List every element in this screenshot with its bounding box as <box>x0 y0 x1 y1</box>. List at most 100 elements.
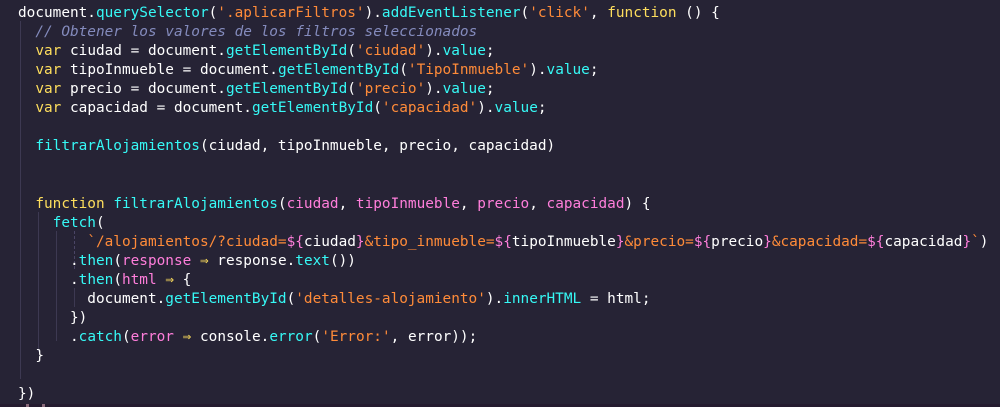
code-token: capacidad <box>546 195 625 212</box>
code-token: ). <box>485 290 504 307</box>
code-token: ). <box>425 43 443 60</box>
code-token: ( <box>347 43 356 60</box>
code-token: console. <box>191 328 270 345</box>
code-token: ${ <box>693 233 712 250</box>
code-line[interactable]: .catch(error ⇒ console.error('Error:', e… <box>18 328 477 347</box>
code-token: function <box>35 195 105 212</box>
code-token: var <box>35 100 62 117</box>
code-token: ( <box>520 5 530 21</box>
code-line[interactable]: var tipoInmueble = document.getElementBy… <box>18 61 599 80</box>
code-token: value <box>546 62 590 79</box>
code-token: ; <box>485 43 495 60</box>
code-token: = html; <box>581 290 651 307</box>
code-token: ; <box>485 81 495 98</box>
code-token: capacidad = document. <box>61 100 252 117</box>
code-token: then <box>78 252 114 269</box>
code-line[interactable]: var capacidad = document.getElementById(… <box>18 99 546 118</box>
code-token: ( <box>121 328 131 345</box>
code-token: ( <box>347 81 356 98</box>
code-token: 'click' <box>529 5 590 21</box>
code-token: text <box>295 252 330 269</box>
code-token: &tipo_inmueble= <box>364 233 495 250</box>
code-token: { <box>173 271 192 288</box>
code-line[interactable]: var precio = document.getElementById('pr… <box>18 80 495 99</box>
code-token: precio = document. <box>61 81 226 98</box>
code-line[interactable]: function filtrarAlojamientos(ciudad, tip… <box>18 195 650 214</box>
code-token: querySelector <box>95 5 209 21</box>
code-token: precio <box>711 233 764 250</box>
code-line[interactable]: .then(html ⇒ { <box>18 271 191 290</box>
code-token: } <box>355 233 365 250</box>
code-token: ( <box>286 290 296 307</box>
code-token: ). <box>477 100 495 117</box>
code-line[interactable]: }) <box>18 309 87 328</box>
code-token: ciudad <box>286 195 339 212</box>
code-line[interactable]: fetch( <box>18 214 105 233</box>
code-token: ). <box>425 81 443 98</box>
code-line[interactable]: }) <box>18 385 35 404</box>
code-token: ( <box>95 214 105 231</box>
code-token: &capacidad= <box>771 233 868 250</box>
code-token: }) <box>18 309 88 326</box>
code-token: then <box>78 271 114 288</box>
code-token: ( <box>113 252 122 269</box>
code-token: addEventListener <box>381 5 521 21</box>
code-token: ( <box>113 271 122 288</box>
code-token: ; <box>589 62 599 79</box>
code-token: getElementById <box>251 100 374 117</box>
code-token: , <box>589 5 608 21</box>
code-token: . <box>18 252 79 269</box>
code-token: } <box>763 233 772 250</box>
code-token: . <box>18 271 79 288</box>
code-token: ${ <box>286 233 304 250</box>
code-token: var <box>35 81 62 98</box>
code-token: value <box>442 43 486 60</box>
code-token: getElementById <box>277 62 400 79</box>
code-line[interactable]: document.querySelector('.aplicarFiltros'… <box>18 4 720 23</box>
code-line[interactable]: `/alojamientos/?ciudad=${ciudad}&tipo_in… <box>18 233 988 252</box>
code-line[interactable]: } <box>18 347 44 366</box>
code-token: error <box>269 328 313 345</box>
code-token: tipoInmueble <box>511 233 616 250</box>
code-line[interactable]: var ciudad = document.getElementById('ci… <box>18 42 495 61</box>
code-token: ( <box>277 195 287 212</box>
code-token: ( <box>312 328 322 345</box>
code-token: 'precio' <box>355 81 426 98</box>
code-line[interactable]: .then(response ⇒ response.text()) <box>18 252 356 271</box>
code-token: filtrarAlojamientos <box>113 195 278 212</box>
code-token: }) <box>18 386 36 402</box>
code-token: tipoInmueble <box>355 195 460 212</box>
code-token: fetch <box>52 214 96 231</box>
code-token: ciudad <box>303 233 356 250</box>
code-token: getElementById <box>225 81 348 98</box>
code-token: ) <box>979 233 989 250</box>
code-token: ( <box>373 100 382 117</box>
code-token: ⇒ <box>199 252 209 269</box>
code-token: getElementById <box>165 290 287 307</box>
code-token: } <box>615 233 625 250</box>
code-token: 'ciudad' <box>355 43 426 60</box>
code-line[interactable]: filtrarAlojamientos(ciudad, tipoInmueble… <box>18 137 555 156</box>
code-line[interactable]: document.getElementById('detalles-alojam… <box>18 290 651 309</box>
code-token: `/alojamientos/?ciudad= <box>87 233 287 250</box>
code-token: function <box>607 5 677 21</box>
code-token: var <box>35 62 62 79</box>
code-token: ). <box>529 62 547 79</box>
code-token: ). <box>364 5 382 21</box>
code-token: html <box>121 271 157 288</box>
code-editor[interactable]: document.querySelector('.aplicarFiltros'… <box>0 0 1000 407</box>
code-token: capacidad <box>884 233 963 250</box>
code-token: ciudad = document. <box>61 43 226 60</box>
code-token: (ciudad, tipoInmueble, precio, capacidad… <box>199 138 556 155</box>
code-line[interactable]: // Obtener los valores de los filtros se… <box>18 23 477 42</box>
